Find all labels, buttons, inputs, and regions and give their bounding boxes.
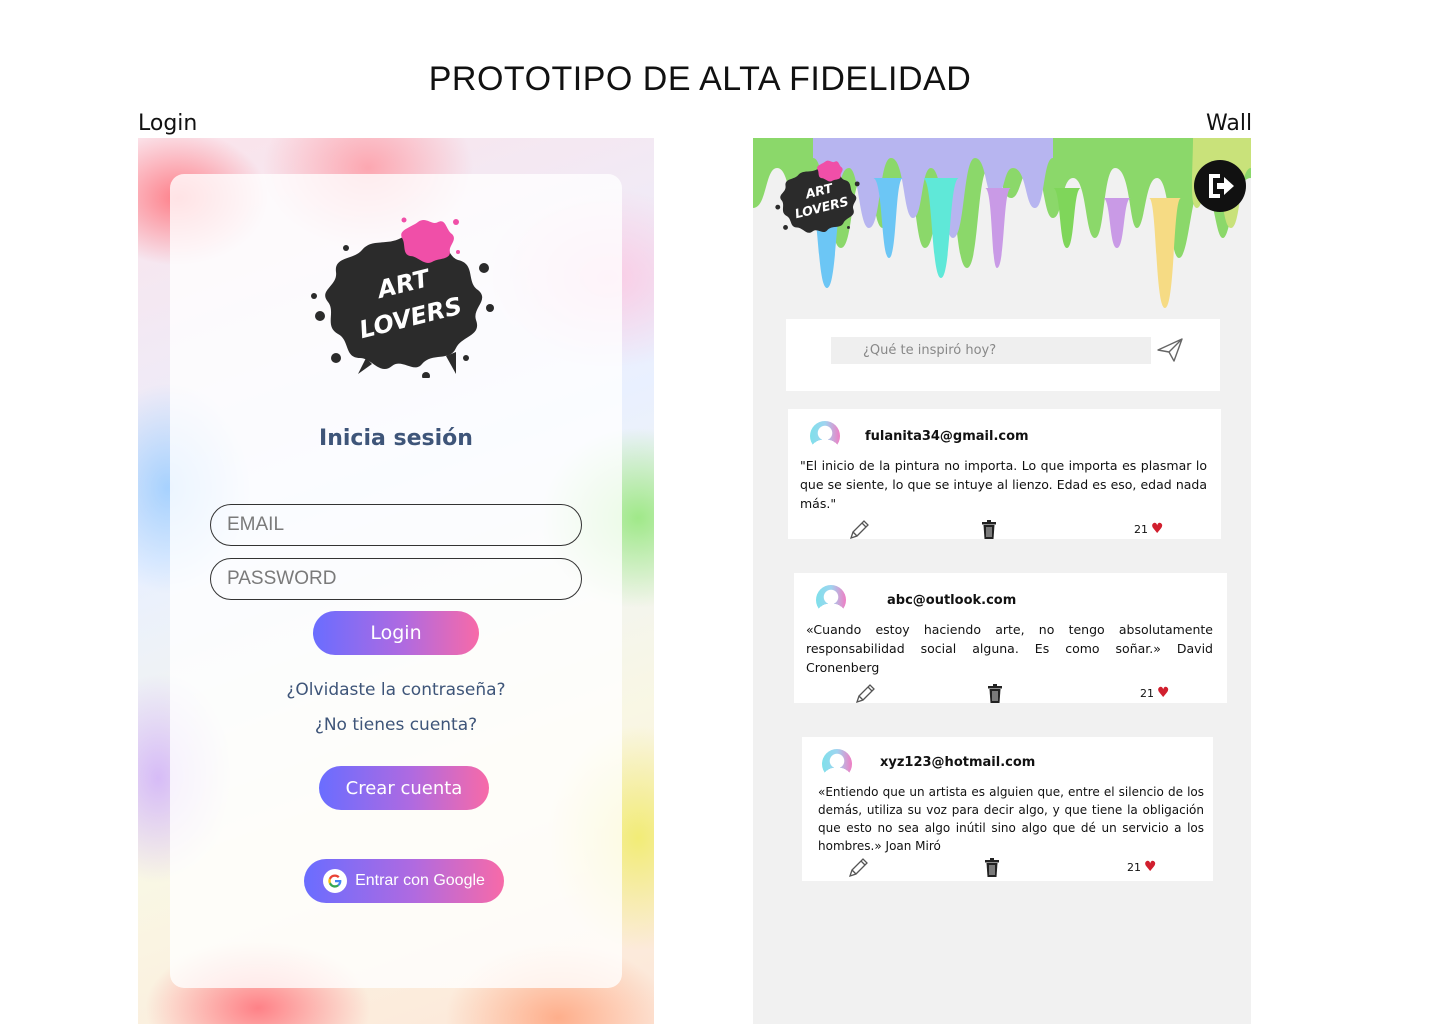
avatar [822,749,852,779]
password-field[interactable] [210,558,582,600]
post-card: abc@outlook.com «Cuando estoy haciendo a… [794,573,1227,705]
post-text: «Entiendo que un artista es alguien que,… [818,785,1204,853]
login-button[interactable]: Login [313,611,479,655]
avatar [810,421,840,451]
post-author-email: fulanita34@gmail.com [865,429,1029,444]
heart-icon: ♥ [1144,859,1157,875]
page-title: PROTOTIPO DE ALTA FIDELIDAD [428,60,972,98]
login-heading: Inicia sesión [319,426,473,451]
post-card: xyz123@hotmail.com «Entiendo que un arti… [802,737,1213,881]
google-button-label: Entrar con Google [355,872,485,889]
wall-section-label: Wall [1206,111,1253,136]
post-text: «Cuando estoy haciendo arte, no tengo ab… [806,622,1213,675]
logout-button[interactable] [1194,160,1246,212]
forgot-password-link[interactable]: ¿Olvidaste la contraseña? [170,680,622,700]
trash-icon[interactable] [987,684,1003,704]
heart-icon: ♥ [1151,521,1164,537]
google-login-button[interactable]: Entrar con Google [304,859,504,903]
email-field[interactable] [210,504,582,546]
pencil-icon[interactable] [848,519,870,541]
post-input[interactable] [831,337,1151,364]
like-button[interactable]: 21 ♥ [1127,859,1157,875]
wall-screen: ART LOVERS fulanita34@gmail.com "El inic… [753,138,1251,1024]
paper-plane-icon[interactable] [1156,337,1184,363]
post-text: "El inicio de la pintura no importa. Lo … [800,458,1207,511]
avatar [816,585,846,615]
heart-icon: ♥ [1157,685,1170,701]
like-count: 21 [1140,686,1154,700]
login-card: ART LOVERS Inicia sesión Login ¿Olvidast… [170,174,622,988]
trash-icon[interactable] [984,858,1000,878]
create-account-button[interactable]: Crear cuenta [319,766,489,810]
art-lovers-logo: ART LOVERS [311,217,494,378]
like-count: 21 [1127,860,1141,874]
wall-logo: ART LOVERS [775,160,860,233]
pencil-icon[interactable] [847,857,869,879]
post-author-email: xyz123@hotmail.com [880,755,1036,770]
login-section-label: Login [138,111,198,136]
pencil-icon[interactable] [854,683,876,705]
like-button[interactable]: 21 ♥ [1134,521,1164,537]
trash-icon[interactable] [981,520,997,540]
like-button[interactable]: 21 ♥ [1140,685,1170,701]
no-account-link[interactable]: ¿No tienes cuenta? [170,715,622,735]
google-g-icon [323,869,348,893]
login-screen: ART LOVERS Inicia sesión Login ¿Olvidast… [138,138,654,1024]
post-card: fulanita34@gmail.com "El inicio de la pi… [788,409,1221,541]
post-author-email: abc@outlook.com [887,593,1017,608]
like-count: 21 [1134,522,1148,536]
logout-arrow-icon [1209,174,1234,198]
post-composer [786,319,1220,391]
